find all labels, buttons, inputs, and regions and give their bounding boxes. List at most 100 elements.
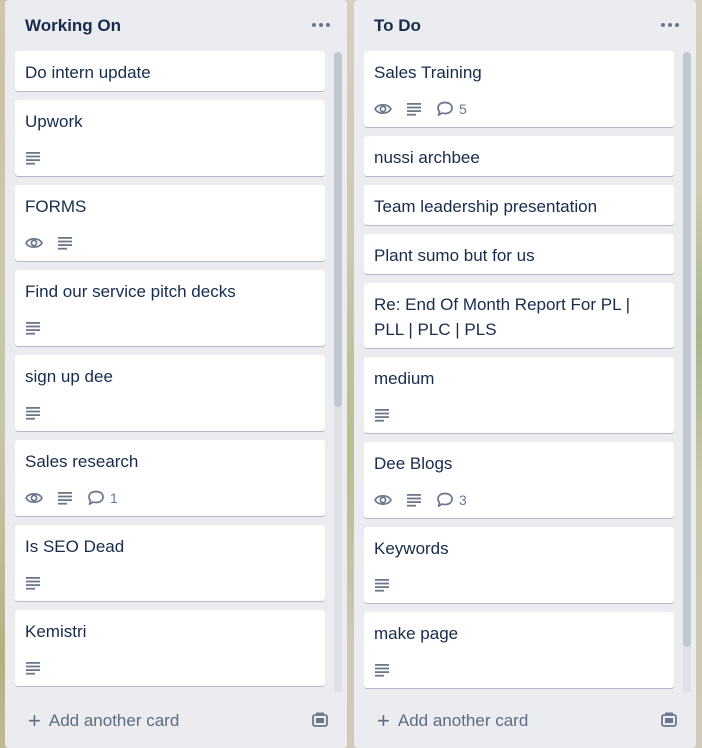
add-card-button[interactable]: + Add another card xyxy=(28,708,179,734)
description-icon xyxy=(25,661,41,675)
scrollbar[interactable] xyxy=(683,52,691,697)
card[interactable]: Dee Blogs 3 xyxy=(364,442,674,518)
card[interactable]: sign up dee xyxy=(15,355,325,431)
scroll-thumb[interactable] xyxy=(334,52,342,407)
eye-icon xyxy=(374,493,392,507)
comments-badge: 3 xyxy=(436,492,467,508)
comment-count: 1 xyxy=(110,490,118,506)
card[interactable]: Find our service pitch decks xyxy=(15,270,325,346)
card-badges xyxy=(25,148,41,168)
card[interactable]: Team leadership presentation xyxy=(364,185,674,225)
comment-icon xyxy=(436,101,454,117)
description-icon xyxy=(25,151,41,165)
card[interactable]: Is SEO Dead xyxy=(15,525,325,601)
card-title: Sales Training xyxy=(374,63,482,82)
card-badges xyxy=(374,575,390,595)
card-badges xyxy=(374,405,390,425)
comments-badge: 5 xyxy=(436,101,467,117)
description-badge xyxy=(25,576,41,590)
list-more-button[interactable] xyxy=(307,12,335,38)
scroll-thumb[interactable] xyxy=(683,52,691,647)
card-title: Keywords xyxy=(374,539,449,558)
description-badge xyxy=(406,102,422,116)
card-title: Re: End Of Month Report For PL | PLL | P… xyxy=(374,295,631,339)
card-title: Team leadership presentation xyxy=(374,197,598,216)
list-header: To Do xyxy=(354,0,696,50)
list-footer: + Add another card xyxy=(5,692,347,748)
card[interactable]: make page xyxy=(364,612,674,688)
comment-icon xyxy=(87,490,105,506)
description-badge xyxy=(374,578,390,592)
description-badge xyxy=(25,151,41,165)
list-footer: + Add another card xyxy=(354,692,696,748)
card-badges: 3 xyxy=(374,490,467,510)
card[interactable]: Sales research 1 xyxy=(15,440,325,516)
card[interactable]: Keywords xyxy=(364,527,674,603)
card-template-icon xyxy=(312,712,328,727)
card-title: Is SEO Dead xyxy=(25,537,125,556)
description-badge xyxy=(374,408,390,422)
card[interactable]: nussi archbee xyxy=(364,136,674,176)
watch-badge xyxy=(374,493,392,507)
description-icon xyxy=(57,236,73,250)
description-badge xyxy=(57,236,73,250)
card-badges xyxy=(25,318,41,338)
list-header: Working On xyxy=(5,0,347,50)
comment-count: 3 xyxy=(459,492,467,508)
card-title: Dee Blogs xyxy=(374,454,453,473)
description-icon xyxy=(374,408,390,422)
description-icon xyxy=(374,578,390,592)
card-badges: 5 xyxy=(374,99,467,119)
card-title: Do intern update xyxy=(25,63,151,82)
more-horizontal-icon xyxy=(661,23,665,27)
description-icon xyxy=(57,491,73,505)
add-card-label: Add another card xyxy=(48,711,180,730)
card-title: medium xyxy=(374,369,435,388)
scrollbar[interactable] xyxy=(334,52,342,697)
card[interactable]: FORMS xyxy=(15,185,325,261)
card[interactable]: Upwork xyxy=(15,100,325,176)
card-title: Kemistri xyxy=(25,622,87,641)
comment-icon xyxy=(436,492,454,508)
card-badges: 1 xyxy=(25,488,118,508)
description-badge xyxy=(25,406,41,420)
card-template-icon xyxy=(661,712,677,727)
list-more-button[interactable] xyxy=(656,12,684,38)
card-list: Do intern update Upwork FORMS Find our serv… xyxy=(5,50,347,698)
description-icon xyxy=(25,576,41,590)
card-title: nussi archbee xyxy=(374,148,480,167)
card-template-button[interactable] xyxy=(660,711,678,729)
watch-badge xyxy=(25,491,43,505)
card[interactable]: medium xyxy=(364,357,674,433)
card-badges xyxy=(25,233,73,253)
description-badge xyxy=(25,661,41,675)
list-to-do: To Do Sales Training 5 nussi archbee Team l… xyxy=(354,0,696,748)
plus-icon: + xyxy=(377,708,390,733)
card-badges xyxy=(374,660,390,680)
eye-icon xyxy=(374,102,392,116)
card-list: Sales Training 5 nussi archbee Team leaders… xyxy=(354,50,696,698)
description-icon xyxy=(406,493,422,507)
card-title: Find our service pitch decks xyxy=(25,282,236,301)
card-badges xyxy=(25,658,41,678)
description-icon xyxy=(25,321,41,335)
card-title: FORMS xyxy=(25,197,87,216)
add-card-button[interactable]: + Add another card xyxy=(377,708,528,734)
list-title[interactable]: Working On xyxy=(25,16,121,36)
description-badge xyxy=(57,491,73,505)
list-title[interactable]: To Do xyxy=(374,16,421,36)
card[interactable]: Plant sumo but for us xyxy=(364,234,674,274)
card-template-button[interactable] xyxy=(311,711,329,729)
card[interactable]: Re: End Of Month Report For PL | PLL | P… xyxy=(364,283,674,348)
card[interactable]: Do intern update xyxy=(15,51,325,91)
description-badge xyxy=(25,321,41,335)
description-badge xyxy=(374,663,390,677)
eye-icon xyxy=(25,236,43,250)
card-title: Sales research xyxy=(25,452,139,471)
card-title: make page xyxy=(374,624,459,643)
card-title: Upwork xyxy=(25,112,83,131)
card[interactable]: Sales Training 5 xyxy=(364,51,674,127)
card-badges xyxy=(25,403,41,423)
more-horizontal-icon xyxy=(312,23,316,27)
card[interactable]: Kemistri xyxy=(15,610,325,686)
